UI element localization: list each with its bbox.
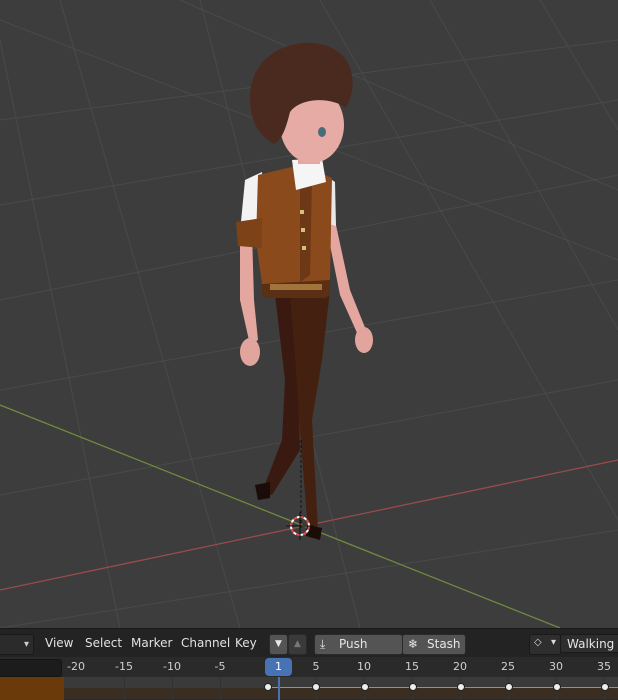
grid-line bbox=[172, 677, 173, 700]
ruler-tick: -10 bbox=[163, 660, 181, 673]
filter-up-button[interactable]: ▲ bbox=[288, 634, 307, 655]
keyframe[interactable] bbox=[361, 683, 369, 691]
menu-channel[interactable]: Channel bbox=[181, 629, 230, 658]
action-track-row bbox=[0, 688, 618, 699]
action-icon: ◇ bbox=[534, 637, 542, 648]
snowflake-icon: ❄ bbox=[408, 637, 419, 651]
channel-header-swatch bbox=[0, 677, 64, 700]
dope-sheet-header: ▾ View Select Marker Channel Key ▼ ▲ ⤓ P… bbox=[0, 628, 618, 670]
keyframe[interactable] bbox=[264, 683, 272, 691]
action-browse-dropdown[interactable]: ◇ ▾ bbox=[529, 634, 561, 655]
chevron-down-icon: ▾ bbox=[550, 637, 556, 648]
keyframe[interactable] bbox=[601, 683, 609, 691]
ruler-tick: 15 bbox=[405, 660, 419, 673]
chevron-down-icon: ▾ bbox=[23, 639, 29, 650]
keyframe[interactable] bbox=[553, 683, 561, 691]
channel-search-input[interactable] bbox=[0, 659, 62, 677]
viewport-scene bbox=[0, 0, 618, 628]
ruler-tick: 10 bbox=[357, 660, 371, 673]
current-frame-indicator[interactable]: 1 bbox=[265, 658, 292, 676]
ruler-tick: -5 bbox=[214, 660, 226, 673]
ruler-tick: 5 bbox=[312, 660, 320, 673]
menu-marker[interactable]: Marker bbox=[131, 629, 172, 658]
editor-mode-dropdown[interactable]: ▾ bbox=[0, 634, 34, 655]
keyframe[interactable] bbox=[457, 683, 465, 691]
triangle-down-icon: ▼ bbox=[275, 639, 282, 649]
ruler-tick: -15 bbox=[115, 660, 133, 673]
menu-key[interactable]: Key bbox=[235, 629, 257, 658]
ruler-tick: 25 bbox=[501, 660, 515, 673]
ruler-tick: 30 bbox=[549, 660, 563, 673]
triangle-up-icon: ▲ bbox=[294, 639, 301, 649]
stash-button[interactable]: ❄ Stash bbox=[402, 634, 466, 655]
push-down-button[interactable]: ⤓ Push Down bbox=[314, 634, 403, 670]
3d-viewport[interactable] bbox=[0, 0, 618, 628]
y-axis-line bbox=[0, 404, 561, 628]
keyframe[interactable] bbox=[505, 683, 513, 691]
keyframe[interactable] bbox=[312, 683, 320, 691]
push-down-icon: ⤓ bbox=[320, 637, 326, 651]
grid-line bbox=[220, 677, 221, 700]
stash-label: Stash bbox=[427, 637, 461, 651]
filter-down-button[interactable]: ▼ bbox=[269, 634, 288, 655]
frame-ruler[interactable]: -20 -15 -10 -5 5 10 15 20 25 30 35 1 bbox=[0, 657, 618, 677]
keyframe-tracks[interactable] bbox=[0, 677, 618, 700]
grid-line bbox=[124, 677, 125, 700]
ruler-tick: -20 bbox=[67, 660, 85, 673]
action-name-field[interactable]: Walking bbox=[560, 634, 618, 653]
playhead-line[interactable] bbox=[278, 677, 280, 700]
keyframe-hold-line bbox=[268, 687, 618, 688]
ruler-tick: 20 bbox=[453, 660, 467, 673]
keyframe[interactable] bbox=[409, 683, 417, 691]
character-model[interactable] bbox=[236, 42, 373, 540]
ruler-tick: 35 bbox=[597, 660, 611, 673]
menu-view[interactable]: View bbox=[45, 629, 73, 658]
menu-select[interactable]: Select bbox=[85, 629, 122, 658]
